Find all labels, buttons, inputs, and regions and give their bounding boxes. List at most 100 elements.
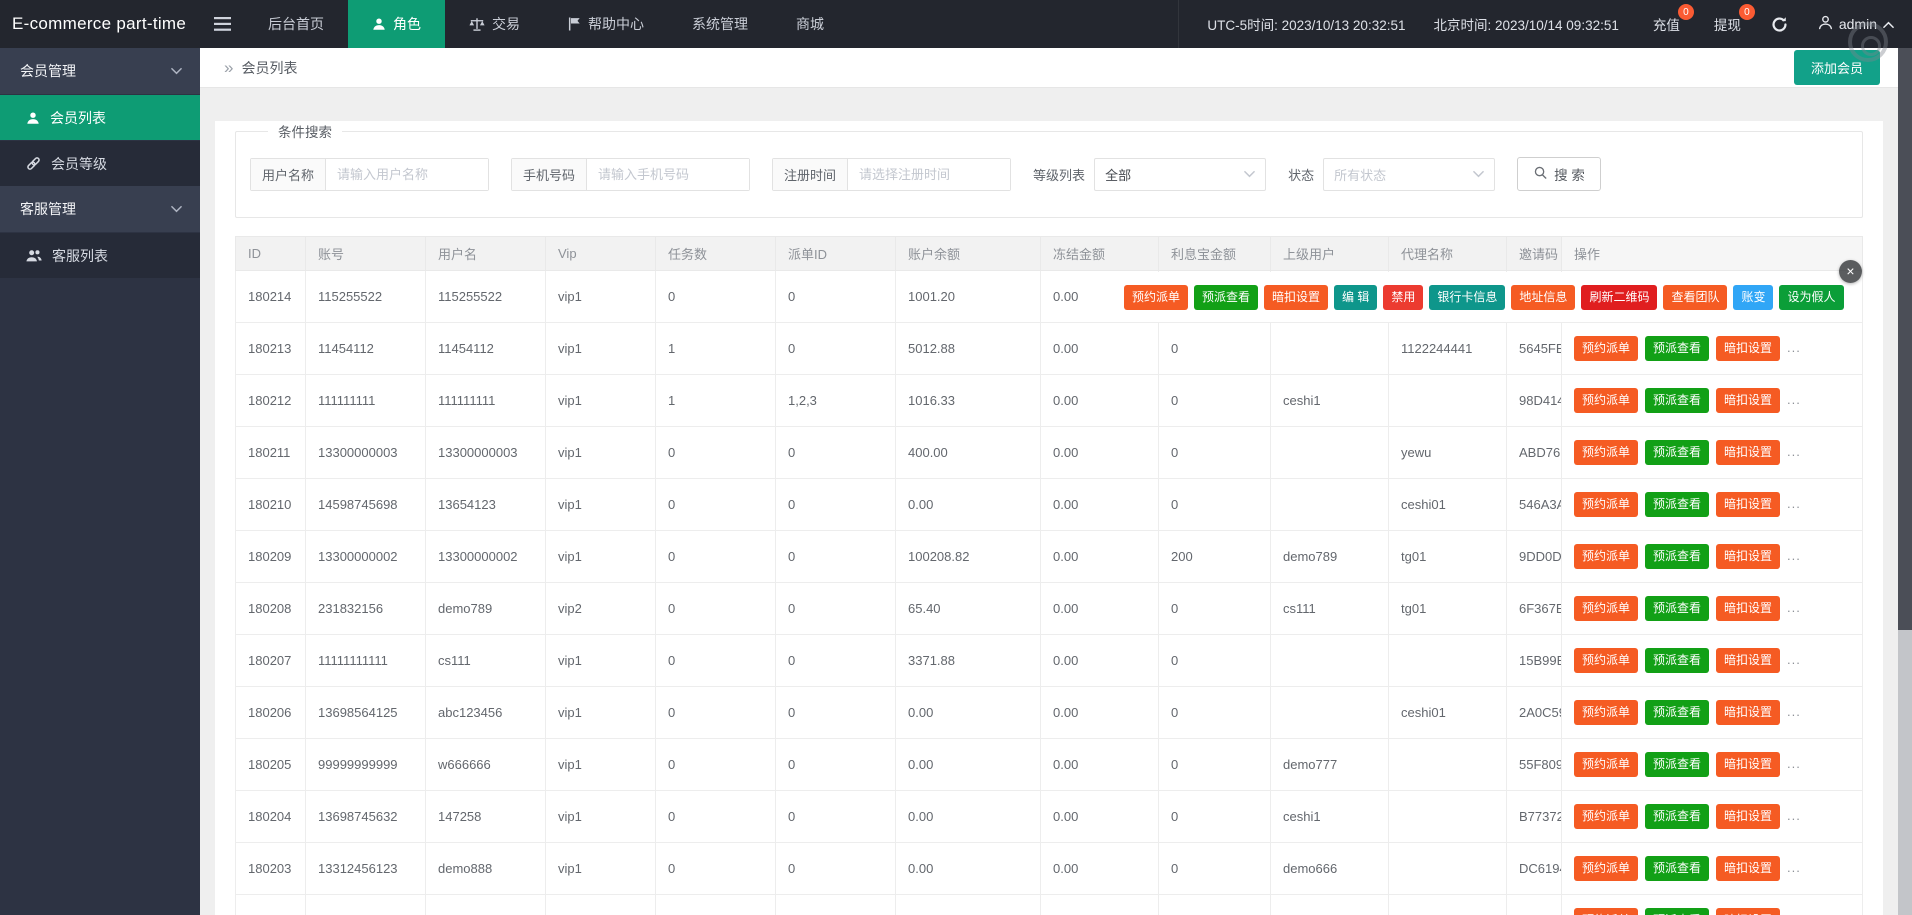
action-button-dispatch-view[interactable]: 预派查看	[1645, 804, 1710, 829]
action-button-hidden-deduction[interactable]: 暗扣设置	[1716, 544, 1781, 569]
phone-input[interactable]	[587, 158, 750, 190]
action-button-bank-card-info[interactable]: 银行卡信息	[1429, 284, 1506, 310]
action-button-hidden-deduction[interactable]: 暗扣设置	[1716, 700, 1781, 725]
action-button-address-info[interactable]: 地址信息	[1511, 284, 1576, 310]
recharge-link[interactable]: 充值 0	[1653, 4, 1694, 34]
action-button-reserve-dispatch[interactable]: 预约派单	[1574, 388, 1639, 413]
more-actions[interactable]: ...	[1787, 808, 1801, 823]
more-actions[interactable]: ...	[1787, 496, 1801, 511]
action-button-view-team[interactable]: 查看团队	[1663, 284, 1728, 310]
action-button-hidden-deduction[interactable]: 暗扣设置	[1716, 440, 1781, 465]
action-button-hidden-deduction[interactable]: 暗扣设置	[1716, 856, 1781, 881]
cell-username: cs111	[425, 634, 546, 687]
cell-frozen: 0.00	[1040, 374, 1159, 427]
action-button-hidden-deduction[interactable]: 暗扣设置	[1716, 596, 1781, 621]
more-actions[interactable]: ...	[1787, 704, 1801, 719]
chevron-down-icon	[1473, 170, 1484, 178]
action-button-hidden-deduction[interactable]: 暗扣设置	[1716, 804, 1781, 829]
reg-time-input[interactable]	[848, 158, 1011, 190]
action-button-disable[interactable]: 禁用	[1383, 284, 1424, 310]
sidebar-item-service-list[interactable]: 客服列表	[0, 232, 200, 278]
withdraw-label: 提现	[1713, 18, 1741, 33]
action-button-reserve-dispatch[interactable]: 预约派单	[1574, 336, 1639, 361]
action-button-reserve-dispatch[interactable]: 预约派单	[1574, 492, 1639, 517]
more-actions[interactable]: ...	[1787, 392, 1801, 407]
action-button-dispatch-view[interactable]: 预派查看	[1645, 492, 1710, 517]
sidebar-item-member-level[interactable]: 会员等级	[0, 140, 200, 186]
nav-item-home[interactable]: 后台首页	[244, 0, 348, 48]
add-member-button[interactable]: 添加会员	[1793, 50, 1880, 85]
action-button-refresh-qrcode[interactable]: 刷新二维码	[1581, 284, 1658, 310]
sidebar-item-member-list[interactable]: 会员列表	[0, 94, 200, 140]
nav-item-mall[interactable]: 商城	[772, 0, 848, 48]
action-button-account-change[interactable]: 账变	[1733, 284, 1774, 310]
more-actions[interactable]: ...	[1787, 340, 1801, 355]
action-button-dispatch-view[interactable]: 预派查看	[1194, 284, 1259, 310]
action-button-hidden-deduction[interactable]: 暗扣设置	[1716, 492, 1781, 517]
action-button-reserve-dispatch[interactable]: 预约派单	[1124, 284, 1189, 310]
sidebar-group-member-mgmt[interactable]: 会员管理	[0, 48, 200, 94]
cell-id: 180208	[235, 582, 306, 635]
user-menu[interactable]: admin	[1818, 15, 1894, 33]
more-actions[interactable]: ...	[1787, 444, 1801, 459]
action-button-reserve-dispatch[interactable]: 预约派单	[1574, 856, 1639, 881]
sidebar-group-service-mgmt[interactable]: 客服管理	[0, 186, 200, 232]
more-actions[interactable]: ...	[1787, 652, 1801, 667]
chevron-down-icon	[1244, 170, 1255, 178]
action-button-hidden-deduction[interactable]: 暗扣设置	[1264, 284, 1329, 310]
refresh-icon[interactable]	[1771, 16, 1788, 33]
action-button-dispatch-view[interactable]: 预派查看	[1645, 388, 1710, 413]
more-actions[interactable]: ...	[1787, 756, 1801, 771]
action-button-hidden-deduction[interactable]: 暗扣设置	[1716, 336, 1781, 361]
action-button-dispatch-view[interactable]: 预派查看	[1645, 752, 1710, 777]
scrollbar-thumb[interactable]	[1898, 48, 1912, 630]
action-button-hidden-deduction[interactable]: 暗扣设置	[1716, 648, 1781, 673]
cell-actions: 预约派单预派查看暗扣设置...	[1561, 842, 1863, 895]
cell-interest: 0	[1158, 894, 1271, 915]
nav-item-trade[interactable]: 交易	[445, 0, 544, 48]
status-select[interactable]: 所有状态	[1323, 157, 1496, 191]
action-button-dispatch-view[interactable]: 预派查看	[1645, 700, 1710, 725]
cell-tasks: 0	[655, 478, 776, 531]
hamburger-icon[interactable]	[200, 0, 244, 48]
more-actions[interactable]: ...	[1787, 548, 1801, 563]
action-button-reserve-dispatch[interactable]: 预约派单	[1574, 700, 1639, 725]
more-actions[interactable]: ...	[1787, 600, 1801, 615]
action-button-hidden-deduction[interactable]: 暗扣设置	[1716, 752, 1781, 777]
action-button-dispatch-view[interactable]: 预派查看	[1645, 336, 1710, 361]
action-button-dispatch-view[interactable]: 预派查看	[1645, 440, 1710, 465]
action-button-reserve-dispatch[interactable]: 预约派单	[1574, 544, 1639, 569]
cell-interest: 0	[1158, 478, 1271, 531]
action-button-set-fake-user[interactable]: 设为假人	[1779, 284, 1844, 310]
nav-item-system[interactable]: 系统管理	[668, 0, 772, 48]
level-select[interactable]: 全部	[1094, 157, 1267, 191]
cell-vip: vip1	[545, 426, 656, 479]
cell-vip: vip1	[545, 270, 656, 323]
action-button-dispatch-view[interactable]: 预派查看	[1645, 544, 1710, 569]
action-button-reserve-dispatch[interactable]: 预约派单	[1574, 440, 1639, 465]
action-button-hidden-deduction[interactable]: 暗扣设置	[1716, 388, 1781, 413]
action-button-dispatch-view[interactable]: 预派查看	[1645, 908, 1710, 915]
nav-item-role[interactable]: 角色	[348, 0, 445, 48]
action-button-edit[interactable]: 编 辑	[1334, 284, 1378, 310]
more-actions[interactable]: ...	[1787, 860, 1801, 875]
search-button[interactable]: 搜 索	[1517, 157, 1601, 191]
action-button-reserve-dispatch[interactable]: 预约派单	[1574, 648, 1639, 673]
cell-agent_name: tg01	[1388, 530, 1507, 583]
withdraw-link[interactable]: 提现 0	[1713, 4, 1755, 34]
main-panel: 条件搜索 用户名称 手机号码 注册时间 等级列表 全部 状态 所有状态 搜 索	[215, 121, 1883, 915]
close-icon[interactable]: ×	[1839, 260, 1862, 283]
action-button-reserve-dispatch[interactable]: 预约派单	[1574, 908, 1639, 915]
action-button-reserve-dispatch[interactable]: 预约派单	[1574, 752, 1639, 777]
action-button-reserve-dispatch[interactable]: 预约派单	[1574, 804, 1639, 829]
nav-item-help[interactable]: 帮助中心	[544, 0, 668, 48]
action-button-hidden-deduction[interactable]: 暗扣设置	[1716, 908, 1781, 915]
select-label: 等级列表	[1033, 167, 1086, 183]
action-button-dispatch-view[interactable]: 预派查看	[1645, 648, 1710, 673]
page-scrollbar[interactable]	[1898, 48, 1912, 915]
action-button-dispatch-view[interactable]: 预派查看	[1645, 856, 1710, 881]
action-button-dispatch-view[interactable]: 预派查看	[1645, 596, 1710, 621]
action-button-reserve-dispatch[interactable]: 预约派单	[1574, 596, 1639, 621]
cell-parent_user: demo666	[1270, 842, 1389, 895]
username-input[interactable]	[326, 158, 489, 190]
